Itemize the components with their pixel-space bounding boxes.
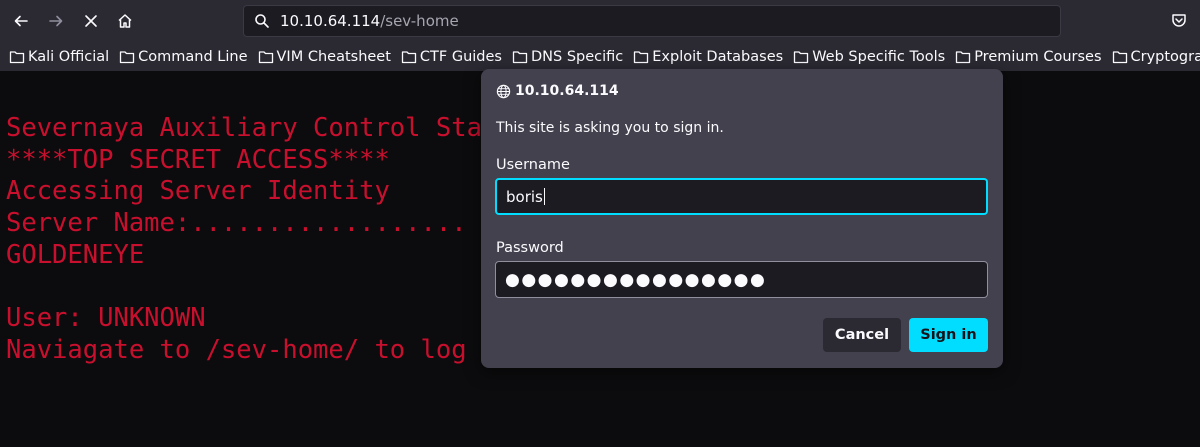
terminal-line: Server Name:.................. xyxy=(6,208,467,239)
folder-icon xyxy=(794,50,809,63)
bookmark-label: CTF Guides xyxy=(419,48,502,65)
bookmark-label: Exploit Databases xyxy=(652,48,784,65)
bookmark-label: Cryptography xyxy=(1130,48,1200,65)
terminal-line: Severnaya Auxiliary Control Sta xyxy=(6,113,482,143)
home-button[interactable] xyxy=(110,6,140,36)
bookmark-folder[interactable]: Cryptography xyxy=(1112,49,1200,65)
back-button[interactable] xyxy=(6,6,36,36)
url-host: 10.10.64.114 xyxy=(280,12,381,30)
bookmark-folder[interactable]: Command Line xyxy=(119,48,248,65)
auth-dialog: 10.10.64.114 This site is asking you to … xyxy=(481,69,1003,368)
globe-icon xyxy=(496,84,511,98)
sign-in-button[interactable]: Sign in xyxy=(909,318,988,352)
folder-icon xyxy=(512,50,528,63)
folder-icon xyxy=(9,50,25,63)
bookmark-label: VIM Cheatsheet xyxy=(276,48,391,65)
username-value: boris xyxy=(506,187,543,206)
folder-icon xyxy=(401,50,417,63)
folder-icon xyxy=(258,50,273,63)
dialog-message: This site is asking you to sign in. xyxy=(496,120,724,136)
bookmark-label: Web Specific Tools xyxy=(812,48,946,65)
arrow-right-icon xyxy=(49,15,63,27)
text-caret xyxy=(543,188,545,205)
terminal-line: ****TOP SECRET ACCESS**** xyxy=(6,144,390,175)
terminal-line: GOLDENEYE xyxy=(6,239,145,270)
folder-icon xyxy=(1112,50,1127,63)
bookmark-folder[interactable]: Exploit Databases xyxy=(633,49,783,65)
stop-button[interactable] xyxy=(76,6,106,36)
terminal-line: User: UNKNOWN xyxy=(6,303,206,334)
arrow-left-icon xyxy=(14,15,28,27)
password-label: Password xyxy=(496,240,564,256)
bookmark-label: Command Line xyxy=(138,48,248,65)
search-icon xyxy=(255,14,269,28)
bookmark-label: Kali Official xyxy=(28,48,110,65)
bookmark-label: DNS Specific xyxy=(531,48,624,65)
terminal-line: ​ xyxy=(6,272,482,304)
password-input[interactable]: ●●●●●●●●●●●●●●●● xyxy=(495,261,988,298)
close-icon xyxy=(85,15,97,27)
bookmark-folder[interactable]: Kali Official xyxy=(9,49,109,65)
browser-toolbar: 10.10.64.114/sev-home xyxy=(0,0,1200,42)
bookmark-folder[interactable]: VIM Cheatsheet xyxy=(258,49,391,65)
folder-icon xyxy=(956,50,971,63)
bookmarks-bar: Kali Official Command Line VIM Cheatshee… xyxy=(0,42,1200,71)
pocket-icon[interactable] xyxy=(1170,12,1188,30)
bookmark-folder[interactable]: Web Specific Tools xyxy=(793,49,945,65)
url-path: /sev-home xyxy=(380,12,459,30)
forward-button[interactable] xyxy=(41,6,71,36)
bookmark-folder[interactable]: DNS Specific xyxy=(512,49,623,65)
folder-icon xyxy=(120,50,135,63)
cancel-button[interactable]: Cancel xyxy=(823,318,901,352)
bookmark-folder[interactable]: CTF Guides xyxy=(401,49,502,65)
url-bar[interactable]: 10.10.64.114/sev-home xyxy=(243,5,1061,37)
folder-icon xyxy=(634,50,649,63)
password-value: ●●●●●●●●●●●●●●●● xyxy=(505,269,767,290)
username-input[interactable]: boris xyxy=(495,178,988,215)
dialog-host: 10.10.64.114 xyxy=(496,83,619,99)
terminal-text: Severnaya Auxiliary Control Sta ****TOP S… xyxy=(6,113,482,367)
username-label: Username xyxy=(496,157,570,173)
terminal-line: Naviagate to /sev-home/ to log xyxy=(6,334,467,365)
terminal-line: Accessing Server Identity xyxy=(6,176,390,207)
bookmark-folder[interactable]: Premium Courses xyxy=(955,48,1102,65)
bookmark-label: Premium Courses xyxy=(974,48,1102,65)
home-icon xyxy=(118,14,132,28)
dialog-host-text: 10.10.64.114 xyxy=(515,83,619,99)
